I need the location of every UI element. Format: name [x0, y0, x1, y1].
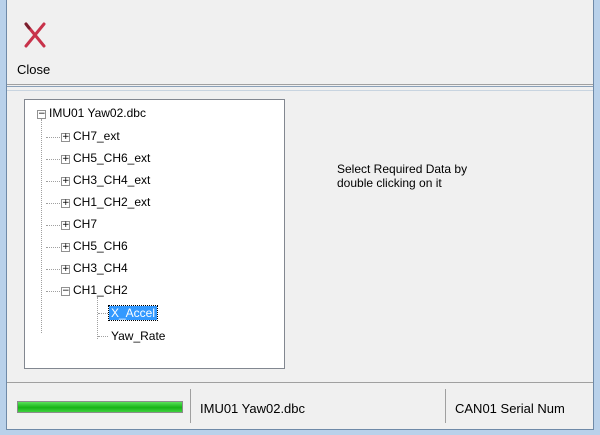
- toolbar: Close: [7, 8, 593, 85]
- tree-node-ch1-ch2[interactable]: CH1_CH2: [73, 281, 128, 299]
- instruction-text: Select Required Data by double clicking …: [337, 162, 537, 190]
- expand-icon[interactable]: +: [61, 177, 70, 186]
- tree-node-ch3-ch4-ext[interactable]: CH3_CH4_ext: [73, 171, 150, 189]
- tree-root-label: IMU01 Yaw02.dbc: [49, 106, 146, 120]
- expand-icon[interactable]: +: [61, 155, 70, 164]
- status-bar: IMU01 Yaw02.dbc CAN01 Serial Num: [7, 382, 593, 429]
- tree-node-label: CH3_CH4: [73, 261, 128, 275]
- tree-node-label: CH5_CH6: [73, 239, 128, 253]
- expand-icon[interactable]: +: [61, 199, 70, 208]
- tree-node-ch7-ext[interactable]: CH7_ext: [73, 127, 120, 145]
- tree-node-label: CH3_CH4_ext: [73, 173, 151, 187]
- tree-leaf-label: X_Accel: [107, 305, 159, 321]
- status-divider: [190, 389, 191, 423]
- tree-node-ch5-ch6[interactable]: CH5_CH6: [73, 237, 128, 255]
- close-button[interactable]: Close: [11, 12, 71, 80]
- expand-icon[interactable]: +: [61, 133, 70, 142]
- tree-node-label: CH7: [73, 217, 98, 231]
- expand-icon[interactable]: +: [61, 265, 70, 274]
- content-area: − IMU01 Yaw02.dbc + CH7_ext + CH5_CH6_ex…: [7, 92, 593, 382]
- tree-node-label: CH1_CH2_ext: [73, 195, 151, 209]
- tree-node-ch7[interactable]: CH7: [73, 215, 97, 233]
- status-serial: CAN01 Serial Num: [455, 401, 565, 416]
- tree-root[interactable]: IMU01 Yaw02.dbc: [49, 104, 146, 122]
- tree-node-label: CH1_CH2: [73, 283, 128, 297]
- status-divider: [445, 389, 446, 423]
- collapse-icon[interactable]: −: [37, 110, 46, 119]
- tree-node-ch3-ch4[interactable]: CH3_CH4: [73, 259, 128, 277]
- instruction-line-1: Select Required Data by: [337, 162, 468, 176]
- progress-bar: [17, 401, 183, 413]
- expand-icon[interactable]: +: [61, 221, 70, 230]
- tree-leaf-yaw-rate[interactable]: Yaw_Rate: [111, 327, 165, 345]
- expand-icon[interactable]: +: [61, 243, 70, 252]
- tree-node-label: CH5_CH6_ext: [73, 151, 151, 165]
- status-file: IMU01 Yaw02.dbc: [200, 401, 306, 416]
- signal-tree[interactable]: − IMU01 Yaw02.dbc + CH7_ext + CH5_CH6_ex…: [24, 99, 285, 369]
- tree-leaf-x-accel[interactable]: X_Accel: [107, 304, 159, 322]
- close-label: Close: [17, 62, 51, 77]
- tree-node-ch1-ch2-ext[interactable]: CH1_CH2_ext: [73, 193, 150, 211]
- tree-leaf-label: Yaw_Rate: [111, 329, 166, 343]
- splitter[interactable]: [7, 86, 593, 91]
- dialog-window: Close − IMU01 Yaw02.dbc + CH7_ext + CH5_…: [6, 0, 594, 430]
- tree-node-label: CH7_ext: [73, 129, 120, 143]
- tree-node-ch5-ch6-ext[interactable]: CH5_CH6_ext: [73, 149, 150, 167]
- instruction-line-2: double clicking on it: [337, 176, 442, 190]
- progress-fill: [18, 402, 182, 412]
- close-icon: [24, 22, 46, 48]
- collapse-icon[interactable]: −: [61, 287, 70, 296]
